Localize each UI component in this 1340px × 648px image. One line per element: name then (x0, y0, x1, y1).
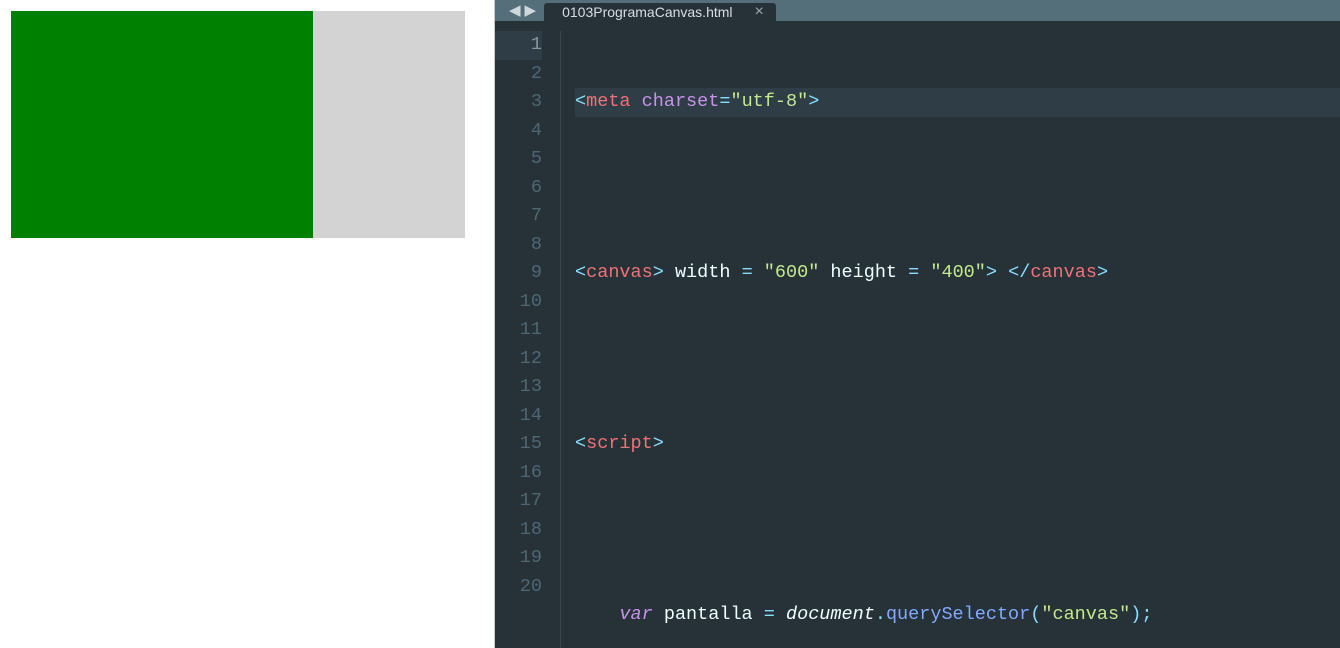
code-line (575, 516, 1340, 545)
line-number: 9 (495, 259, 542, 288)
canvas-output (11, 11, 465, 238)
preview-pane (0, 0, 495, 648)
code-line: <meta charset="utf-8"> (575, 88, 1340, 117)
line-number: 16 (495, 459, 542, 488)
close-icon[interactable]: × (755, 3, 764, 21)
code-line (575, 174, 1340, 203)
line-gutter: 1 2 3 4 5 6 7 8 9 10 11 12 13 14 15 16 1… (495, 31, 561, 648)
line-number: 20 (495, 573, 542, 602)
line-number: 5 (495, 145, 542, 174)
code-line: <script> (575, 430, 1340, 459)
line-number: 12 (495, 345, 542, 374)
line-number: 17 (495, 487, 542, 516)
tab-prev-icon[interactable]: ◀ (509, 1, 521, 20)
tab-active[interactable]: 0103ProgramaCanvas.html × (544, 3, 776, 21)
line-number: 2 (495, 60, 542, 89)
code-area[interactable]: 1 2 3 4 5 6 7 8 9 10 11 12 13 14 15 16 1… (495, 21, 1340, 648)
line-number: 4 (495, 117, 542, 146)
line-number: 14 (495, 402, 542, 431)
tab-bar: ◀ ▶ 0103ProgramaCanvas.html × (495, 0, 1340, 21)
line-number: 15 (495, 430, 542, 459)
code-line (575, 345, 1340, 374)
tab-filename: 0103ProgramaCanvas.html (562, 4, 732, 20)
line-number: 10 (495, 288, 542, 317)
line-number: 6 (495, 174, 542, 203)
line-number: 19 (495, 544, 542, 573)
tab-nav: ◀ ▶ (495, 0, 544, 21)
line-number: 8 (495, 231, 542, 260)
line-number: 11 (495, 316, 542, 345)
code-line: var pantalla = document.querySelector("c… (575, 601, 1340, 630)
canvas-green-rect (11, 11, 313, 238)
code-line: <canvas> width = "600" height = "400"> <… (575, 259, 1340, 288)
line-number: 13 (495, 373, 542, 402)
editor-pane: ◀ ▶ 0103ProgramaCanvas.html × 1 2 3 4 5 … (495, 0, 1340, 648)
tab-next-icon[interactable]: ▶ (525, 1, 537, 20)
code-content[interactable]: <meta charset="utf-8"> <canvas> width = … (561, 31, 1340, 648)
line-number: 1 (495, 31, 542, 60)
line-number: 7 (495, 202, 542, 231)
line-number: 18 (495, 516, 542, 545)
line-number: 3 (495, 88, 542, 117)
